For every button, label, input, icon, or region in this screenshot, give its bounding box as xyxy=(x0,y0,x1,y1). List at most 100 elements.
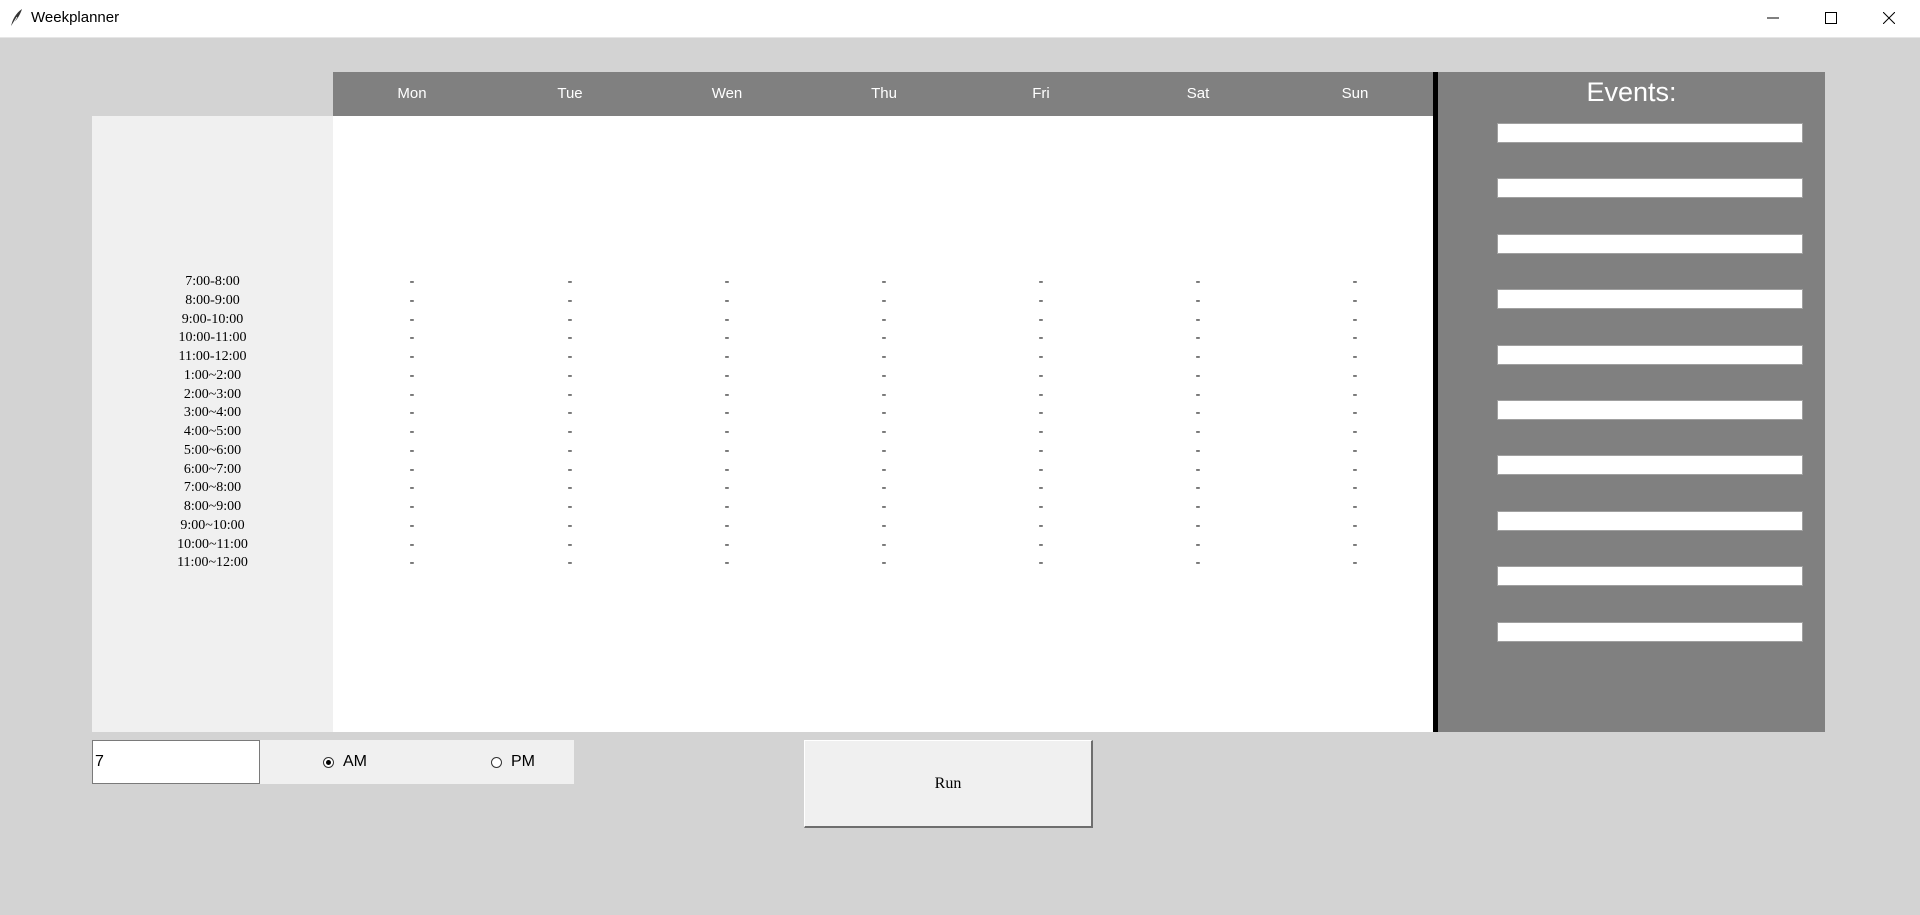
minimize-icon xyxy=(1767,17,1779,19)
schedule-cell: - xyxy=(1352,499,1358,514)
am-radio[interactable]: AM xyxy=(323,740,367,784)
schedule-cell: - xyxy=(724,518,730,533)
pm-radio-indicator[interactable] xyxy=(491,756,502,768)
time-slot-label: 9:00~10:00 xyxy=(180,518,245,533)
time-slot-label: 4:00~5:00 xyxy=(183,424,242,439)
schedule-cell: - xyxy=(1195,293,1201,308)
schedule-cell: - xyxy=(409,293,415,308)
schedule-cell: - xyxy=(1352,405,1358,420)
schedule-cell: - xyxy=(567,537,573,552)
schedule-cell: - xyxy=(1038,330,1044,345)
schedule-cell: - xyxy=(1195,518,1201,533)
schedule-cell: - xyxy=(724,405,730,420)
schedule-cell: - xyxy=(567,555,573,570)
event-entry-input[interactable] xyxy=(1497,345,1803,365)
schedule-cell: - xyxy=(724,349,730,364)
schedule-cell: - xyxy=(881,424,887,439)
schedule-cell: - xyxy=(1038,405,1044,420)
am-radio-indicator[interactable] xyxy=(323,756,334,768)
event-entry-input[interactable] xyxy=(1497,566,1803,586)
schedule-grid: - - - - - - - - - - - - - - - - - - - - - - - - - - - - - - - - - - - - - - - -… xyxy=(333,116,1433,732)
time-slot-label: 10:00~11:00 xyxy=(177,537,248,552)
schedule-cell: - xyxy=(1038,293,1044,308)
schedule-cell: - xyxy=(567,424,573,439)
schedule-cell: - xyxy=(409,499,415,514)
schedule-cell: - xyxy=(724,312,730,327)
am-radio-label: AM xyxy=(343,753,367,770)
schedule-cell: - xyxy=(567,330,573,345)
feather-icon xyxy=(10,9,22,28)
schedule-cell: - xyxy=(1352,349,1358,364)
schedule-cell: - xyxy=(1195,368,1201,383)
schedule-cell: - xyxy=(1038,368,1044,383)
time-slot-label: 9:00-10:00 xyxy=(181,312,244,327)
schedule-cell: - xyxy=(1352,368,1358,383)
schedule-cell: - xyxy=(881,387,887,402)
schedule-cell: - xyxy=(1038,518,1044,533)
time-slot-label: 2:00~3:00 xyxy=(183,387,242,402)
schedule-cell: - xyxy=(881,555,887,570)
pm-radio[interactable]: PM xyxy=(491,740,535,784)
time-slot-label: 8:00-9:00 xyxy=(185,293,240,308)
time-slot-label: 7:00~8:00 xyxy=(183,480,242,495)
events-panel: Events: xyxy=(1438,72,1825,732)
schedule-cell: - xyxy=(881,330,887,345)
run-button[interactable]: Run xyxy=(804,740,1093,828)
events-title: Events: xyxy=(1586,77,1677,107)
schedule-cell: - xyxy=(881,312,887,327)
schedule-cell: - xyxy=(881,349,887,364)
event-entry-input[interactable] xyxy=(1497,123,1803,143)
schedule-cell: - xyxy=(881,518,887,533)
time-slot-label: 1:00~2:00 xyxy=(183,368,242,383)
event-entry-input[interactable] xyxy=(1497,178,1803,198)
schedule-cell: - xyxy=(724,499,730,514)
event-entry-input[interactable] xyxy=(1497,511,1803,531)
schedule-cell: - xyxy=(1038,462,1044,477)
schedule-cell: - xyxy=(724,274,730,289)
schedule-cell: - xyxy=(1195,443,1201,458)
schedule-cell: - xyxy=(567,368,573,383)
schedule-cell: - xyxy=(724,293,730,308)
schedule-cell: - xyxy=(1352,518,1358,533)
close-button[interactable] xyxy=(1861,0,1918,37)
schedule-cell: - xyxy=(1352,480,1358,495)
schedule-cell: - xyxy=(1195,330,1201,345)
schedule-cell: - xyxy=(567,480,573,495)
schedule-cell: - xyxy=(724,462,730,477)
event-entry-input[interactable] xyxy=(1497,455,1803,475)
event-entry-input[interactable] xyxy=(1497,289,1803,309)
schedule-cell: - xyxy=(881,480,887,495)
schedule-cell: - xyxy=(409,518,415,533)
schedule-cell: - xyxy=(1352,424,1358,439)
hour-input[interactable] xyxy=(92,740,260,784)
minimize-button[interactable] xyxy=(1745,0,1802,37)
maximize-button[interactable] xyxy=(1803,0,1860,37)
schedule-cell: - xyxy=(567,518,573,533)
day-header-6: Sun xyxy=(1341,85,1369,102)
day-header-1: Tue xyxy=(557,85,583,102)
event-entry-input[interactable] xyxy=(1497,622,1803,642)
schedule-cell: - xyxy=(1195,349,1201,364)
schedule-cell: - xyxy=(1038,537,1044,552)
schedule-cell: - xyxy=(1195,480,1201,495)
time-slot-label: 5:00~6:00 xyxy=(183,443,242,458)
schedule-cell: - xyxy=(1038,312,1044,327)
day-header-0: Mon xyxy=(397,85,427,102)
schedule-cell: - xyxy=(1352,555,1358,570)
schedule-cell: - xyxy=(881,499,887,514)
event-entry-input[interactable] xyxy=(1497,234,1803,254)
schedule-cell: - xyxy=(1038,274,1044,289)
schedule-cell: - xyxy=(409,368,415,383)
schedule-cell: - xyxy=(409,349,415,364)
schedule-cell: - xyxy=(567,274,573,289)
schedule-cell: - xyxy=(881,537,887,552)
schedule-cell: - xyxy=(1352,312,1358,327)
schedule-cell: - xyxy=(724,443,730,458)
schedule-cell: - xyxy=(1352,274,1358,289)
schedule-cell: - xyxy=(724,368,730,383)
schedule-cell: - xyxy=(1352,330,1358,345)
schedule-cell: - xyxy=(881,443,887,458)
schedule-cell: - xyxy=(1352,537,1358,552)
event-entry-input[interactable] xyxy=(1497,400,1803,420)
pm-radio-label: PM xyxy=(511,753,535,770)
